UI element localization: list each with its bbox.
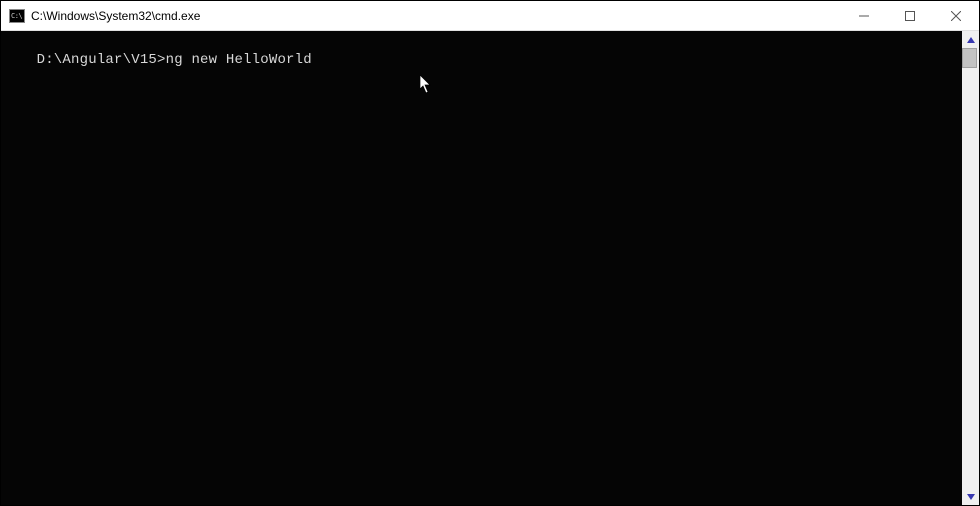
cmd-icon: C:\ bbox=[9, 9, 25, 23]
terminal[interactable]: D:\Angular\V15>ng new HelloWorld bbox=[1, 31, 962, 505]
window-title: C:\Windows\System32\cmd.exe bbox=[31, 9, 841, 23]
scrollbar-thumb[interactable] bbox=[962, 48, 977, 68]
scrollbar-track[interactable] bbox=[962, 48, 979, 488]
maximize-button[interactable] bbox=[887, 1, 933, 30]
vertical-scrollbar[interactable] bbox=[962, 31, 979, 505]
close-button[interactable] bbox=[933, 1, 979, 30]
command-text: ng new HelloWorld bbox=[166, 52, 312, 68]
prompt-text: D:\Angular\V15> bbox=[37, 52, 166, 68]
content-area: D:\Angular\V15>ng new HelloWorld bbox=[1, 31, 979, 505]
window-controls bbox=[841, 1, 979, 30]
mouse-cursor-icon bbox=[420, 75, 432, 94]
scroll-down-button[interactable] bbox=[962, 488, 979, 505]
titlebar[interactable]: C:\ C:\Windows\System32\cmd.exe bbox=[1, 1, 979, 31]
minimize-button[interactable] bbox=[841, 1, 887, 30]
scroll-up-button[interactable] bbox=[962, 31, 979, 48]
